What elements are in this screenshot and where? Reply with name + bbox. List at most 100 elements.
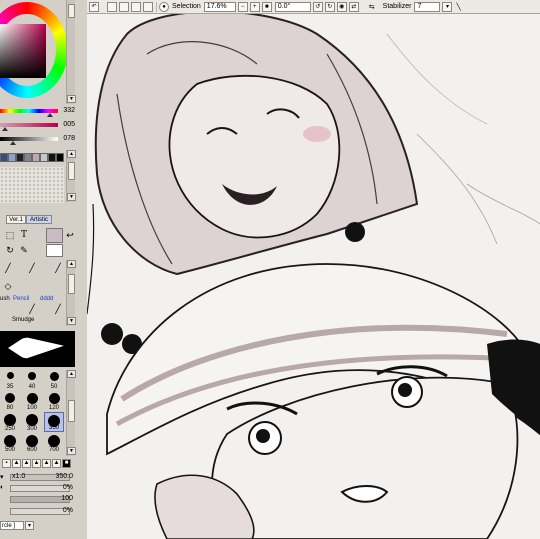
flip-icon[interactable]: ⇄: [348, 1, 359, 12]
scroll-thumb[interactable]: [68, 274, 75, 294]
brush-size-250[interactable]: 250: [0, 412, 20, 432]
rotate-left-icon[interactable]: ↺: [312, 1, 323, 12]
brightness-slider[interactable]: 078: [0, 135, 75, 145]
hue-slider[interactable]: 332: [0, 107, 75, 117]
swatch[interactable]: [0, 153, 8, 162]
shape-select[interactable]: rcle ]: [0, 521, 24, 530]
secondary-color[interactable]: [46, 244, 63, 257]
swatch[interactable]: [40, 153, 48, 162]
tool-scrollbar[interactable]: ▲ ▼: [66, 260, 76, 326]
swatch[interactable]: [32, 153, 40, 162]
eraser-icon[interactable]: ◇: [2, 280, 14, 292]
scroll-thumb[interactable]: [68, 4, 75, 18]
line-tool-icon[interactable]: ╲: [456, 3, 460, 11]
brush-tool-label[interactable]: ush: [0, 296, 10, 302]
swap-icon[interactable]: ⇆: [369, 3, 375, 11]
brush-shape-preview[interactable]: [0, 331, 75, 367]
scroll-down-icon[interactable]: ▼: [67, 95, 76, 103]
brush-size-600[interactable]: 600: [22, 433, 42, 453]
slider-handle-icon[interactable]: [10, 141, 16, 145]
color-panel-scrollbar[interactable]: ▼: [66, 0, 76, 104]
brush-size-500[interactable]: 500: [0, 433, 20, 453]
toolbar-button[interactable]: [119, 1, 129, 12]
primary-color[interactable]: [46, 228, 63, 243]
size-multiplier[interactable]: x1.0: [12, 473, 25, 480]
selection-visibility-icon[interactable]: ●: [159, 1, 169, 12]
brush-size-300[interactable]: 300: [22, 412, 42, 432]
brush-icon[interactable]: ╱: [2, 262, 14, 274]
pencil-icon[interactable]: ╱: [26, 303, 38, 315]
toolbar-button[interactable]: [143, 1, 153, 12]
pen-icon[interactable]: ╱: [26, 262, 38, 274]
blend-bar[interactable]: [10, 508, 70, 515]
tip-shape-option[interactable]: ▲: [42, 459, 51, 468]
tip-shape-option[interactable]: ▲: [52, 459, 61, 468]
slider-handle-icon[interactable]: [2, 127, 8, 131]
scroll-up-icon[interactable]: ▲: [67, 150, 76, 158]
text-tool-icon[interactable]: T: [18, 229, 30, 241]
brush-size-40[interactable]: 40: [22, 370, 42, 390]
pressure-icon[interactable]: ◐: [0, 484, 4, 491]
tip-shape-option[interactable]: ▪: [2, 459, 11, 468]
zoom-out-icon[interactable]: −: [237, 1, 248, 12]
size-value[interactable]: 350.0: [55, 473, 73, 480]
slider-handle-icon[interactable]: [47, 113, 53, 117]
brush-size-100[interactable]: 100: [22, 391, 42, 411]
swatch[interactable]: [8, 153, 16, 162]
swap-colors-icon[interactable]: ↩: [64, 229, 76, 241]
zoom-in-icon[interactable]: +: [249, 1, 260, 12]
dropdown-arrow-icon[interactable]: ▾: [25, 521, 34, 530]
stabilizer-select[interactable]: 7: [414, 1, 441, 12]
stabilizer-dropdown-icon[interactable]: ▾: [442, 1, 453, 12]
tab-ver[interactable]: Ver.1: [6, 215, 26, 224]
swatch-scrollbar[interactable]: ▲ ▼: [66, 150, 76, 202]
scroll-down-icon[interactable]: ▼: [67, 447, 76, 455]
brush-size-scrollbar[interactable]: ▲ ▼: [66, 370, 76, 456]
min-size-row[interactable]: ◐ 0%: [0, 484, 75, 493]
scroll-thumb[interactable]: [68, 162, 75, 180]
zoom-field[interactable]: 17.6%: [203, 1, 236, 12]
min-size-value[interactable]: 0%: [63, 484, 73, 491]
scroll-thumb[interactable]: [68, 400, 75, 422]
saturation-slider[interactable]: 005: [0, 121, 75, 131]
brush-size-350[interactable]: 350: [44, 412, 64, 432]
size-dropdown-icon[interactable]: ▾: [0, 473, 4, 481]
tip-shape-option-selected[interactable]: ■: [62, 459, 71, 468]
scroll-up-icon[interactable]: ▲: [67, 260, 76, 268]
drawing-canvas[interactable]: [87, 14, 540, 539]
hue-value[interactable]: 332: [59, 107, 75, 114]
rotate-tool-icon[interactable]: ↻: [4, 244, 16, 256]
density-value[interactable]: 100: [61, 495, 73, 502]
undo-icon[interactable]: ↶: [89, 1, 99, 12]
toolbar-button[interactable]: [131, 1, 141, 12]
brush-size-35[interactable]: 35: [0, 370, 20, 390]
brush-size-120[interactable]: 120: [44, 391, 64, 411]
scroll-down-icon[interactable]: ▼: [67, 317, 76, 325]
marker-icon[interactable]: ╱: [52, 262, 64, 274]
brush-size-row[interactable]: ▾ x1.0 350.0: [0, 473, 75, 482]
tip-shape-option[interactable]: ▲: [12, 459, 21, 468]
custom-brush-icon[interactable]: ╱: [52, 303, 64, 315]
brightness-slider-track[interactable]: [0, 137, 58, 141]
rotation-field[interactable]: 0.0°: [274, 1, 311, 12]
tip-shape-option[interactable]: ▲: [22, 459, 31, 468]
swatch[interactable]: [56, 153, 64, 162]
rotate-reset-icon[interactable]: ◉: [336, 1, 347, 12]
blend-row[interactable]: 0%: [0, 507, 75, 516]
scroll-up-icon[interactable]: ▲: [67, 370, 76, 378]
eyedropper-tool-icon[interactable]: ✎: [18, 244, 30, 256]
saturation-value[interactable]: 005: [59, 121, 75, 128]
brush-size-700[interactable]: 700: [44, 433, 64, 453]
scratchpad[interactable]: [0, 167, 64, 203]
swatch[interactable]: [16, 153, 24, 162]
swatch[interactable]: [24, 153, 32, 162]
selection-tool-icon[interactable]: ⬚: [4, 229, 16, 241]
min-size-bar[interactable]: [10, 485, 70, 492]
swatch[interactable]: [48, 153, 56, 162]
tab-artistic[interactable]: Artistic: [26, 215, 52, 224]
saturation-value-square[interactable]: [0, 24, 46, 78]
pencil-tool-label[interactable]: Pencil: [13, 296, 29, 302]
rotate-right-icon[interactable]: ↻: [324, 1, 335, 12]
brush-size-50[interactable]: 50: [44, 370, 64, 390]
custom-tool-label[interactable]: dddd: [40, 296, 53, 302]
